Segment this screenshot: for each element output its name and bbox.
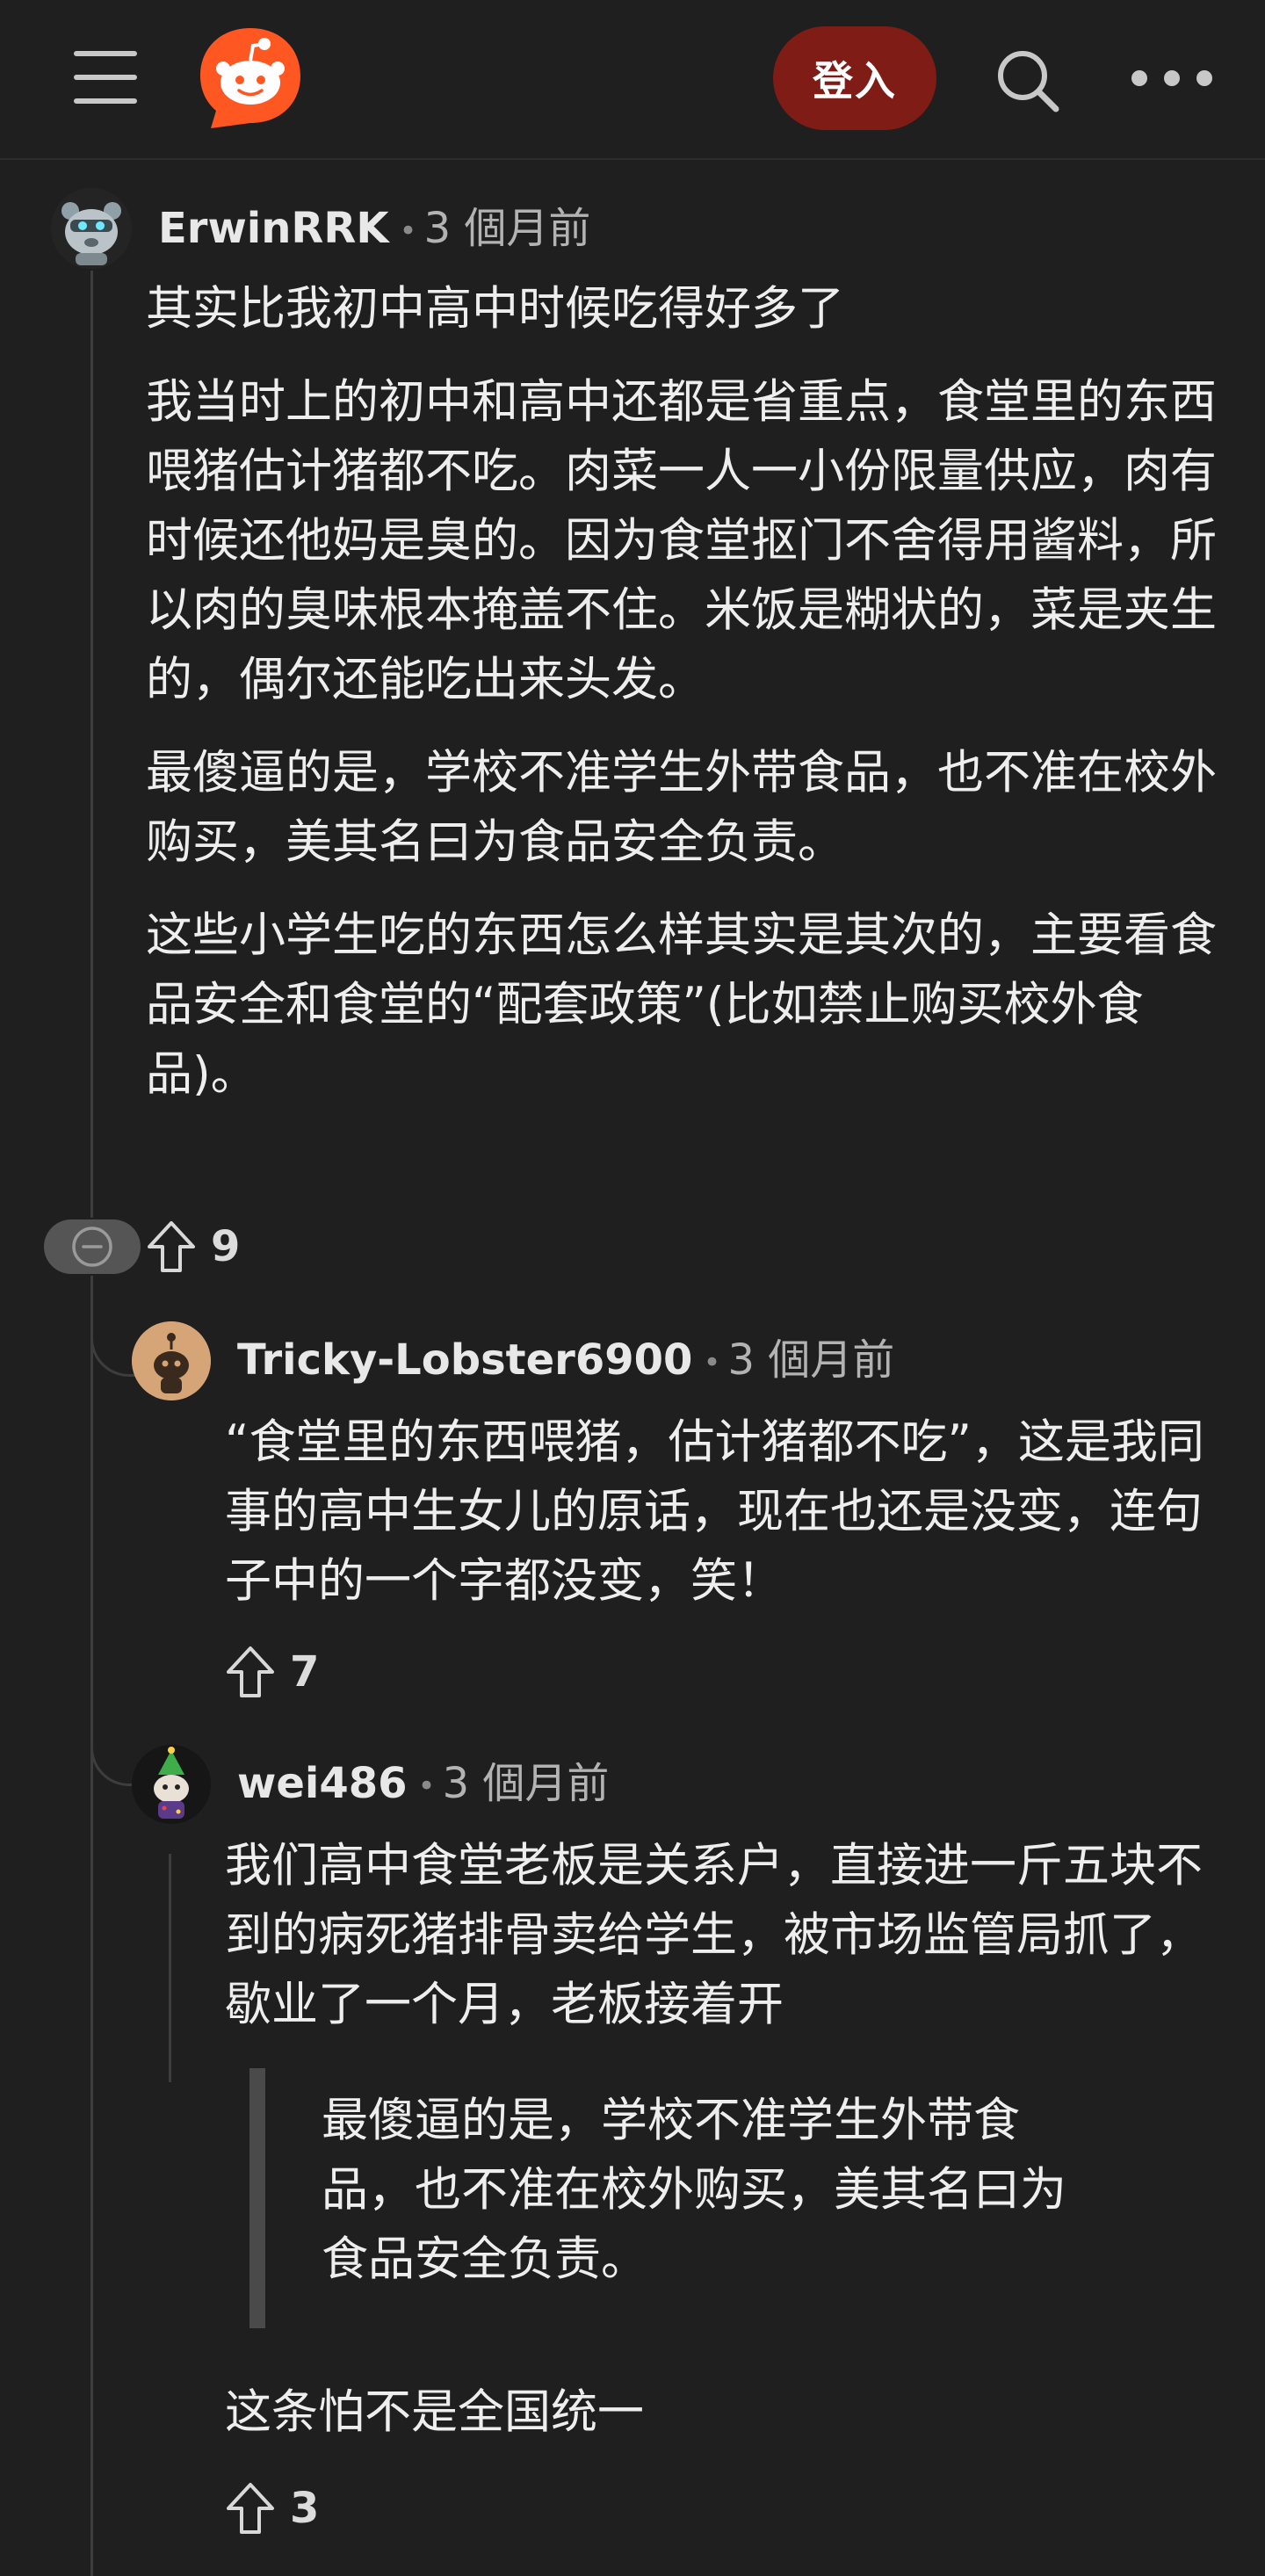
username[interactable]: ErwinRRK <box>158 204 389 253</box>
timestamp: 3 個月前 <box>442 1759 610 1808</box>
comment-body: 我们高中食堂老板是关系户，直接进一斤五块不到的病死猪排骨卖给学生，被市场监管局抓… <box>225 1831 1209 2039</box>
vote-row: 9 <box>146 1218 240 1276</box>
comment-paragraph: 这些小学生吃的东西怎么样其实是其次的，主要看食品安全和食堂的“配套政策”(比如禁… <box>146 908 1217 1101</box>
reddit-logo-icon[interactable] <box>197 25 304 132</box>
separator-dot: • <box>399 213 417 249</box>
timestamp: 3 個月前 <box>727 1335 895 1385</box>
top-bar: 登入 <box>0 0 1265 160</box>
thread-line[interactable] <box>90 271 93 1218</box>
collapse-thread-button[interactable] <box>44 1219 141 1274</box>
comment-body: 其实比我初中高中时候吃得好多了 我当时上的初中和高中还都是省重点，食堂里的东西喂… <box>146 274 1218 1109</box>
comment-paragraph: 其实比我初中高中时候吃得好多了 <box>146 282 844 336</box>
minus-circle-icon <box>72 1226 112 1267</box>
login-button[interactable]: 登入 <box>773 26 936 130</box>
avatar[interactable] <box>51 188 132 269</box>
vote-count: 9 <box>211 1222 241 1271</box>
vote-count: 7 <box>290 1647 320 1697</box>
comment-paragraph: 这条怕不是全国统一 <box>225 2385 644 2439</box>
upvote-icon[interactable] <box>225 1645 276 1699</box>
avatar[interactable] <box>132 1745 211 1824</box>
thread-connector <box>90 1669 135 1786</box>
hamburger-menu-icon[interactable] <box>74 51 137 104</box>
thread-line[interactable] <box>90 1276 93 2576</box>
comment-meta: wei486 • 3 個月前 <box>237 1757 609 1813</box>
vote-count: 3 <box>290 2484 320 2533</box>
comment-body: “食堂里的东西喂猪，估计猪都不吃”，这是我同事的高中生女儿的原话，现在也还是没变… <box>225 1407 1218 1616</box>
timestamp: 3 個月前 <box>423 204 591 253</box>
separator-dot: • <box>703 1345 721 1380</box>
vote-row: 3 <box>225 2479 319 2537</box>
comment-meta: ErwinRRK • 3 個月前 <box>158 202 590 257</box>
comment-paragraph: “食堂里的东西喂猪，估计猪都不吃”，这是我同事的高中生女儿的原话，现在也还是没变… <box>225 1415 1204 1608</box>
thread-line[interactable] <box>169 1854 171 2082</box>
avatar[interactable] <box>132 1321 211 1400</box>
upvote-icon[interactable] <box>225 2481 276 2536</box>
search-icon[interactable] <box>993 46 1063 116</box>
vote-row: 7 <box>225 1643 319 1701</box>
thread-connector <box>90 1276 135 1377</box>
comment-paragraph: 我当时上的初中和高中还都是省重点，食堂里的东西喂猪估计猪都不吃。肉菜一人一小份限… <box>146 375 1217 706</box>
separator-dot: • <box>417 1769 436 1804</box>
comment-paragraph: 最傻逼的是，学校不准学生外带食品，也不准在校外购买，美其名曰为食品安全负责。 <box>146 746 1217 869</box>
comment-body-continued: 这条怕不是全国统一 <box>225 2377 1209 2447</box>
upvote-icon[interactable] <box>146 1219 197 1274</box>
username[interactable]: wei486 <box>237 1759 408 1808</box>
comment-paragraph: 我们高中食堂老板是关系户，直接进一斤五块不到的病死猪排骨卖给学生，被市场监管局抓… <box>225 1839 1203 2031</box>
quote-text: 最傻逼的是，学校不准学生外带食品，也不准在校外购买，美其名曰为食品安全负责。 <box>322 2094 1066 2286</box>
more-options-icon[interactable] <box>1131 69 1212 90</box>
blockquote: 最傻逼的是，学校不准学生外带食品，也不准在校外购买，美其名曰为食品安全负责。 <box>249 2068 1110 2328</box>
username[interactable]: Tricky-Lobster6900 <box>237 1335 692 1385</box>
comment-meta: Tricky-Lobster6900 • 3 個月前 <box>237 1334 894 1389</box>
